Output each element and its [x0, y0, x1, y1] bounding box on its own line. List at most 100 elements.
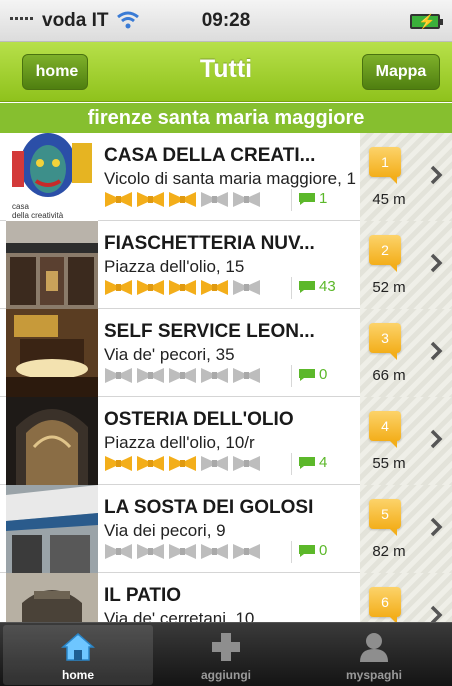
tab-aggiungi[interactable]: aggiungi — [151, 625, 301, 685]
place-address: Via dei pecori, 9 — [104, 521, 226, 540]
place-name: FIASCHETTERIA NUV... — [104, 233, 315, 254]
bow-filled-icon — [137, 192, 164, 207]
bow-empty-icon — [233, 280, 260, 295]
rating-bows — [104, 543, 261, 560]
bow-empty-icon — [105, 368, 132, 383]
rank-panel: 6 — [360, 573, 452, 622]
rating-bows — [104, 191, 261, 208]
bow-empty-icon — [137, 544, 164, 559]
bow-empty-icon — [233, 456, 260, 471]
bow-filled-icon — [137, 456, 164, 471]
comment-count: 1 — [298, 190, 327, 207]
comment-icon — [299, 192, 315, 205]
bow-empty-icon — [137, 368, 164, 383]
chevron-right-icon[interactable] — [426, 251, 446, 275]
place-name: IL PATIO — [104, 585, 182, 606]
comment-icon — [299, 368, 315, 381]
rank-panel: 2 52 m — [360, 221, 452, 309]
rank-badge: 4 — [369, 411, 401, 448]
place-thumbnail — [6, 485, 98, 573]
distance: 55 m — [372, 455, 406, 472]
distance: 45 m — [372, 191, 406, 208]
comment-count: 0 — [298, 366, 327, 383]
rank-badge: 3 — [369, 323, 401, 360]
svg-text:casa: casa — [12, 202, 29, 211]
comment-count-value: 0 — [319, 366, 328, 383]
tab-aggiungi-label: aggiungi — [201, 668, 251, 682]
place-name: SELF SERVICE LEON... — [104, 321, 315, 342]
chevron-right-icon[interactable] — [426, 427, 446, 451]
bow-filled-icon — [105, 280, 132, 295]
divider — [291, 541, 292, 563]
place-name: OSTERIA DELL'OLIO — [104, 409, 294, 430]
chevron-right-icon[interactable] — [426, 163, 446, 187]
location-header: firenze santa maria maggiore — [0, 103, 452, 133]
rating-bows — [104, 455, 261, 472]
bow-empty-icon — [233, 192, 260, 207]
comment-icon — [299, 280, 315, 293]
rating-bows — [104, 367, 261, 384]
map-button[interactable]: Mappa — [362, 54, 440, 90]
divider — [291, 189, 292, 211]
distance: 52 m — [372, 279, 406, 296]
bow-empty-icon — [201, 368, 228, 383]
tab-myspaghi-label: myspaghi — [345, 668, 402, 682]
rank-badge: 6 — [369, 587, 401, 622]
divider — [291, 277, 292, 299]
bow-filled-icon — [105, 192, 132, 207]
list-item[interactable]: SELF SERVICE LEON... Via de' pecori, 35 … — [0, 309, 452, 397]
rank-panel: 1 45 m — [360, 133, 452, 221]
rank-panel: 5 82 m — [360, 485, 452, 573]
tab-myspaghi[interactable]: myspaghi — [299, 625, 449, 685]
place-thumbnail — [6, 309, 98, 397]
comment-count: 0 — [298, 542, 327, 559]
place-address: Vicolo di santa maria maggiore, 1 — [104, 169, 356, 188]
status-bar: voda IT 09:28 ⚡ — [0, 0, 452, 42]
bow-empty-icon — [201, 192, 228, 207]
bow-empty-icon — [169, 368, 196, 383]
list-item[interactable]: FIASCHETTERIA NUV... Piazza dell'olio, 1… — [0, 221, 452, 309]
comment-count-value: 43 — [319, 278, 336, 295]
place-thumbnail — [6, 221, 98, 309]
divider — [291, 365, 292, 387]
tab-bar: home aggiungi myspaghi — [0, 622, 452, 686]
bow-filled-icon — [137, 280, 164, 295]
list-item[interactable]: IL PATIO Via de' cerretani, 10 6 — [0, 573, 452, 622]
place-address: Via de' pecori, 35 — [104, 345, 235, 364]
chevron-right-icon[interactable] — [426, 339, 446, 363]
bow-filled-icon — [169, 192, 196, 207]
bow-empty-icon — [105, 544, 132, 559]
rank-panel: 3 66 m — [360, 309, 452, 397]
clock: 09:28 — [201, 10, 251, 31]
chevron-right-icon[interactable] — [426, 515, 446, 539]
place-name: CASA DELLA CREATI... — [104, 145, 316, 166]
place-name: LA SOSTA DEI GOLOSI — [104, 497, 314, 518]
tab-home[interactable]: home — [3, 625, 153, 685]
bow-filled-icon — [201, 280, 228, 295]
list-item[interactable]: LA SOSTA DEI GOLOSI Via dei pecori, 9 0 … — [0, 485, 452, 573]
bow-empty-icon — [233, 368, 260, 383]
comment-icon — [299, 456, 315, 469]
comment-icon — [299, 544, 315, 557]
rank-badge: 2 — [369, 235, 401, 272]
tab-home-label: home — [61, 668, 94, 682]
battery-icon: ⚡ — [410, 13, 443, 29]
list-item[interactable]: casa della creatività CASA DELLA CREATI.… — [0, 133, 452, 221]
chevron-right-icon[interactable] — [426, 603, 446, 622]
bow-empty-icon — [201, 544, 228, 559]
places-list[interactable]: casa della creatività CASA DELLA CREATI.… — [0, 133, 452, 622]
list-item[interactable]: OSTERIA DELL'OLIO Piazza dell'olio, 10/r… — [0, 397, 452, 485]
bow-empty-icon — [169, 544, 196, 559]
bow-filled-icon — [169, 456, 196, 471]
divider — [291, 453, 292, 475]
home-back-button-label: home — [35, 63, 79, 80]
bow-filled-icon — [169, 280, 196, 295]
place-thumbnail: casa della creatività — [6, 133, 98, 221]
place-address: Piazza dell'olio, 15 — [104, 257, 245, 276]
bow-empty-icon — [233, 544, 260, 559]
place-thumbnail — [6, 397, 98, 485]
comment-count: 43 — [298, 278, 336, 295]
plus-icon — [212, 633, 240, 661]
rank-badge: 5 — [369, 499, 401, 536]
comment-count-value: 0 — [319, 542, 328, 559]
